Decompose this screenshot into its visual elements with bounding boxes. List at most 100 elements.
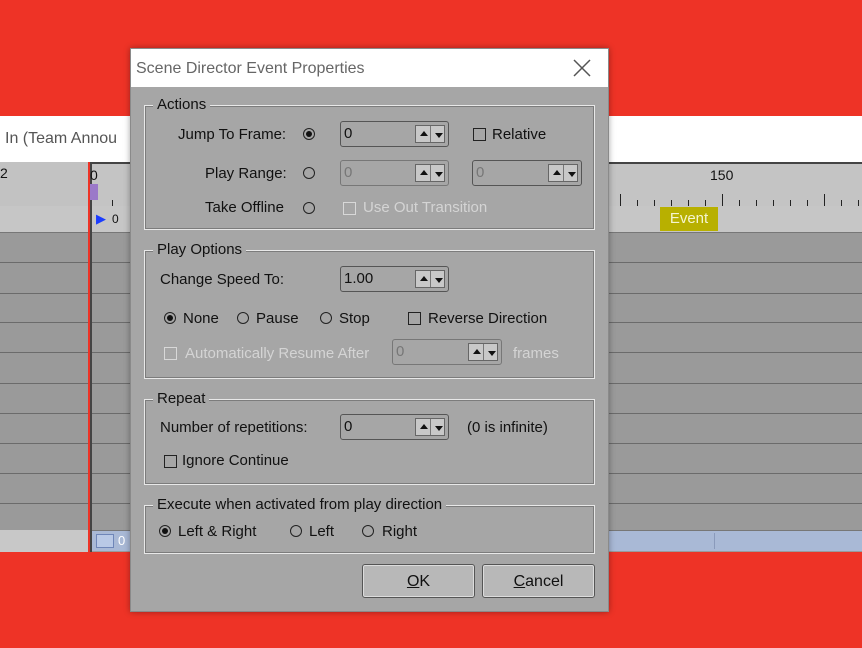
scene-director-event-properties-dialog: Scene Director Event Properties Actions … [130,48,609,612]
jump-to-frame-spinner[interactable] [340,121,449,147]
track-divider [0,473,88,474]
left-right-radio[interactable] [159,525,171,537]
scroll-value: 0 [118,533,126,548]
arrow-down-icon[interactable] [431,165,445,181]
ok-label-rest: K [419,573,431,590]
frames-label: frames [513,345,559,362]
close-icon[interactable] [570,56,594,80]
dialog-titlebar: Scene Director Event Properties [131,49,608,87]
background-left-event-track [0,206,88,233]
track-divider [0,322,88,323]
actions-group-title: Actions [153,96,211,113]
play-range-from-input[interactable] [344,164,404,181]
none-label: None [183,310,219,327]
track-divider [0,293,88,294]
arrow-up-icon[interactable] [416,419,431,435]
ruler-left-label: 2 [0,165,8,181]
scrollbar-thumb[interactable] [96,534,114,548]
use-out-transition-label: Use Out Transition [363,199,488,216]
background-left-ruler: 2 [0,162,88,207]
auto-resume-spinner[interactable] [392,339,502,365]
track-divider [0,352,88,353]
play-range-from-spinner[interactable] [340,160,449,186]
track-divider [0,503,88,504]
left-radio[interactable] [290,525,302,537]
left-right-label: Left & Right [178,523,257,540]
pause-radio[interactable] [237,312,249,324]
change-speed-label: Change Speed To: [160,271,284,288]
arrow-down-icon[interactable] [564,165,578,181]
reverse-direction-checkbox[interactable] [408,312,421,325]
spinner-buttons[interactable] [468,343,498,361]
use-out-transition-checkbox[interactable] [343,202,356,215]
spinner-buttons[interactable] [415,125,445,143]
track-divider [0,262,88,263]
play-range-radio[interactable] [303,167,315,179]
scrollbar-divider [714,533,715,549]
jump-to-frame-radio[interactable] [303,128,315,140]
track-divider [0,443,88,444]
spinner-buttons[interactable] [415,418,445,436]
take-offline-label: Take Offline [205,199,284,216]
dialog-title: Scene Director Event Properties [136,60,365,77]
spinner-buttons[interactable] [415,164,445,182]
change-speed-spinner[interactable] [340,266,449,292]
repetitions-input[interactable] [344,418,404,435]
ignore-continue-label: Ignore Continue [182,452,289,469]
background-left-footer [0,530,88,552]
auto-resume-label: Automatically Resume After [185,345,370,362]
arrow-up-icon[interactable] [416,271,431,287]
ignore-continue-checkbox[interactable] [164,455,177,468]
arrow-down-icon[interactable] [431,419,445,435]
take-offline-radio[interactable] [303,202,315,214]
repeat-group-title: Repeat [153,390,210,407]
relative-checkbox[interactable] [473,128,486,141]
spinner-buttons[interactable] [548,164,578,182]
ruler-start-label: 0 [90,167,98,183]
execute-direction-group: Execute when activated from play directi… [144,496,595,554]
none-radio[interactable] [164,312,176,324]
right-label: Right [382,523,418,540]
ruler-150-label: 150 [710,167,734,183]
jump-to-frame-label: Jump To Frame: [178,126,287,143]
infinite-note: (0 is infinite) [467,419,548,436]
change-speed-input[interactable] [344,270,404,287]
arrow-up-icon[interactable] [416,165,431,181]
arrow-up-icon[interactable] [469,344,484,360]
ok-button[interactable]: OK [362,564,475,598]
play-range-to-input[interactable] [476,164,536,181]
auto-resume-checkbox[interactable] [164,347,177,360]
arrow-up-icon[interactable] [549,165,564,181]
auto-resume-input[interactable] [396,343,456,360]
spinner-buttons[interactable] [415,270,445,288]
event-block[interactable]: Event [660,207,718,231]
reverse-direction-label: Reverse Direction [428,310,548,327]
repeat-group: Repeat Number of repetitions: (0 is infi… [144,390,595,485]
arrow-down-icon[interactable] [484,344,498,360]
stop-radio[interactable] [320,312,332,324]
track-divider [0,383,88,384]
repetitions-label: Number of repetitions: [160,419,308,436]
background-track-list: 2 [0,162,88,552]
right-radio[interactable] [362,525,374,537]
actions-group: Actions Jump To Frame: Relative Play Ran… [144,96,595,230]
play-range-to-spinner[interactable] [472,160,582,186]
cancel-label-rest: ancel [525,573,564,590]
cancel-button[interactable]: Cancel [482,564,595,598]
arrow-down-icon[interactable] [431,126,445,142]
arrow-up-icon[interactable] [416,126,431,142]
cancel-mnemonic: C [513,573,526,590]
play-marker-icon[interactable]: ▶ [96,211,106,227]
execute-direction-group-title: Execute when activated from play directi… [153,496,447,513]
background-window-title: In (Team Annou [5,130,118,147]
left-label: Left [309,523,335,540]
playhead-value: 0 [112,212,119,226]
play-options-group-title: Play Options [153,241,247,258]
pause-label: Pause [256,310,299,327]
repetitions-spinner[interactable] [340,414,449,440]
arrow-down-icon[interactable] [431,271,445,287]
ok-mnemonic: O [406,573,420,590]
stop-label: Stop [339,310,370,327]
jump-to-frame-input[interactable] [344,125,404,142]
relative-label: Relative [492,126,547,143]
